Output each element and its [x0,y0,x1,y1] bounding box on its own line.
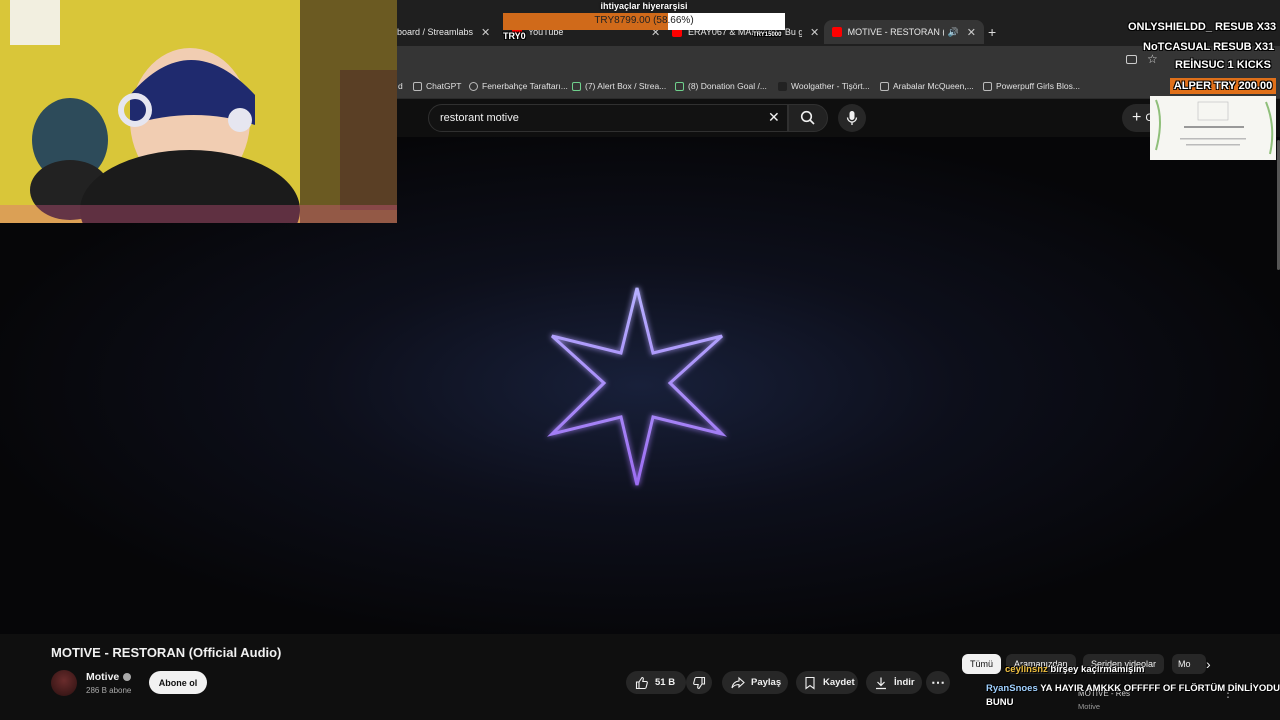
goal-min-label: TRY0 [503,31,526,41]
streamlabs-icon [572,81,581,91]
bookmark-label: (7) Alert Box / Strea... [585,81,667,91]
bookmark-label: d [398,81,403,91]
dislike-button[interactable] [686,671,712,694]
six-point-star-icon [547,287,727,486]
chatgpt-icon [413,81,422,91]
chat-username: RyanSnoes [986,683,1038,694]
chat-message: ceylinsnz birşey kaçırmamışım [1005,664,1144,675]
channel-name[interactable]: Motive [86,671,132,683]
subscribe-button[interactable]: Abone ol [149,671,207,694]
chip-all[interactable]: Tümü [962,654,1002,674]
like-button[interactable]: 51 B [626,671,686,694]
shop-icon [778,81,787,91]
goal-max-label: TRY15000 [753,32,782,38]
channel-avatar[interactable] [51,670,77,696]
bookmark-label: Arabalar McQueen,... [893,81,974,91]
plus-icon: + [1132,109,1142,126]
close-icon[interactable]: ✕ [967,26,976,39]
search-value: restorant motive [440,112,519,124]
streamlabs-icon [675,81,684,91]
install-app-icon[interactable] [1126,55,1137,64]
search-input[interactable]: restorant motive [428,104,788,132]
bookmark-label: ChatGPT [426,81,462,91]
voice-search-button[interactable] [838,104,866,132]
channel-name-text: Motive [86,671,120,683]
share-icon [731,676,745,688]
bookmark-star-icon[interactable]: ☆ [1147,52,1158,66]
bookmark-icon [805,676,815,690]
bookmark-label: (8) Donation Goal /... [688,81,767,91]
search-icon [800,110,815,125]
webcam-overlay [0,0,397,223]
e-icon [983,81,992,91]
bookmark-powerpuff[interactable]: Powerpuff Girls Blos... [983,79,1080,93]
download-button[interactable]: İndir [866,671,922,694]
new-tab-button[interactable]: + [988,24,996,40]
chat-message: RyanSnoes YA HAYIR AMKKK OFFFFF OF FLÖRT… [986,682,1280,710]
more-actions-icon[interactable]: ⋯ [926,671,950,694]
preview-image [1150,96,1276,160]
save-button[interactable]: Kaydet [796,671,858,694]
search-button[interactable] [788,104,828,132]
microphone-icon [846,111,858,125]
speaker-icon[interactable]: 🔊 [948,27,959,38]
donation-alert-alper: ALPER TRY 200.00 [1170,78,1276,94]
video-title: MOTIVE - RESTORAN (Official Audio) [51,645,282,660]
donation-goal-title: ihtiyaçlar hiyerarşisi [600,1,688,11]
chip-more[interactable]: Mo [1172,654,1206,674]
thumbs-up-icon [635,676,648,689]
verified-badge-icon [123,673,132,682]
resub-line-2: NoTCASUAL RESUB X31 [1143,41,1275,53]
kicks-line: REİNSUC 1 KICKS [1175,59,1271,71]
e-icon [880,81,889,91]
bookmark-arabalar[interactable]: Arabalar McQueen,... [880,79,974,93]
globe-icon [469,81,478,91]
chat-username: ceylinsnz [1005,664,1048,675]
like-count: 51 B [655,677,676,688]
tab-motive-restoran[interactable]: MOTIVE - RESTORAN (Offici 🔊 ✕ [824,20,984,44]
donation-goal-text: TRY8799.00 (58.66%) [594,15,694,26]
bookmark-label: Woolgather - Tişört... [791,81,870,91]
bookmark-fenerbahce[interactable]: Fenerbahçe Taraftarı... [469,79,568,93]
thumbs-down-icon [693,676,706,689]
bookmark-label: Powerpuff Girls Blos... [996,81,1080,91]
subscriber-count: 286 B abone [86,686,132,695]
close-icon[interactable]: ✕ [481,26,490,39]
tab-streamlabs[interactable]: board / Streamlabs ✕ [397,20,502,44]
bookmark-label: Fenerbahçe Taraftarı... [482,81,568,91]
bookmark-item[interactable]: d [398,79,403,93]
share-label: Paylaş [751,677,782,688]
tab-label: MOTIVE - RESTORAN (Offici [847,27,944,37]
chevron-right-icon[interactable]: › [1206,656,1211,672]
clear-search-icon[interactable]: ✕ [768,109,780,126]
tab-label: board / Streamlabs [397,27,474,37]
download-icon [876,677,886,689]
webcam-person-image [0,0,397,223]
mini-page-preview [1150,96,1276,160]
bookmark-alert-box[interactable]: (7) Alert Box / Strea... [572,79,666,93]
save-label: Kaydet [823,677,855,688]
bookmark-donation-goal[interactable]: (8) Donation Goal /... [675,79,767,93]
resub-line-1: ONLYSHIELDD_ RESUB X33 [1128,21,1277,33]
youtube-favicon-icon [832,27,842,37]
close-icon[interactable]: ✕ [810,26,819,39]
share-button[interactable]: Paylaş [722,671,788,694]
bookmark-chatgpt[interactable]: ChatGPT [413,79,461,93]
chat-text: birşey kaçırmamışım [1050,664,1145,675]
download-label: İndir [894,677,915,688]
bookmark-woolgather[interactable]: Woolgather - Tişört... [778,79,870,93]
